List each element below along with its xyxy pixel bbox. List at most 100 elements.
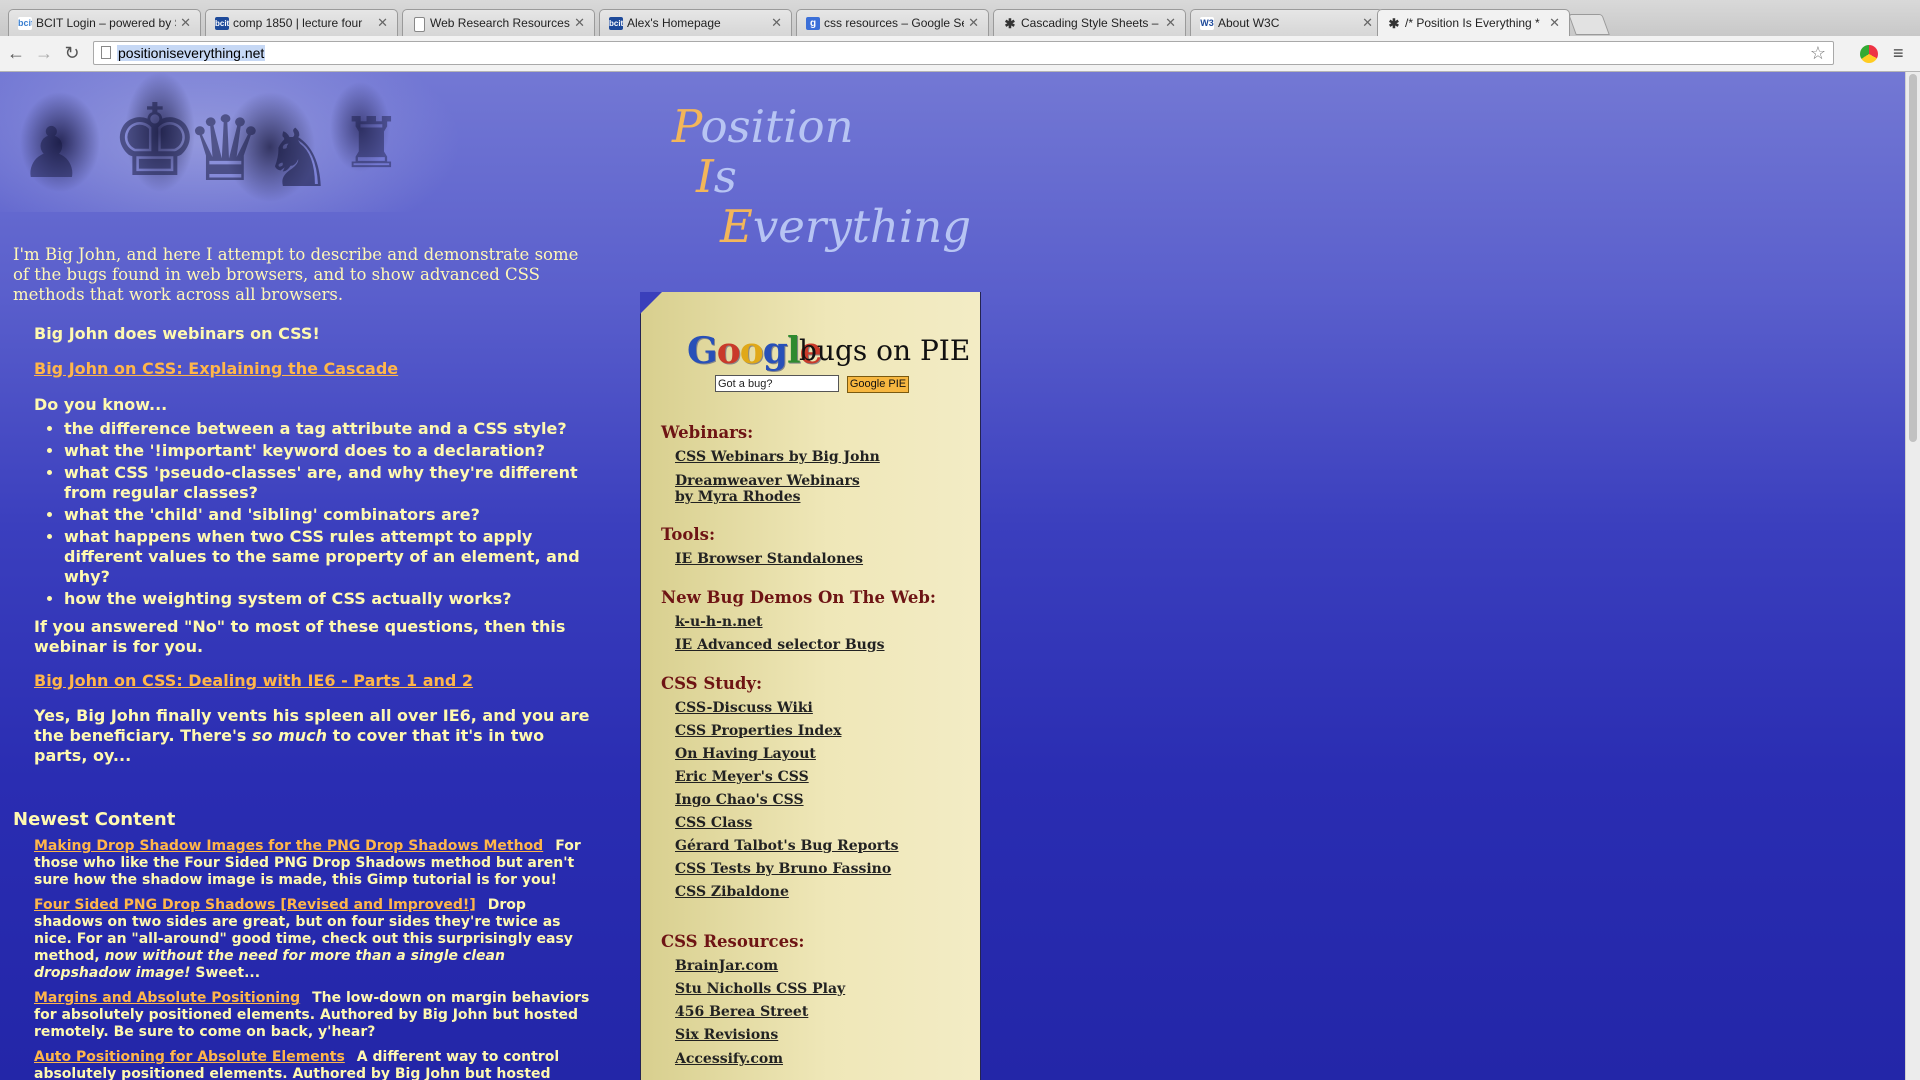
sidebar-link[interactable]: k-u-h-n.net: [675, 614, 763, 630]
close-icon[interactable]: ✕: [1362, 15, 1373, 31]
sidebar-link[interactable]: BrainJar.com: [675, 958, 778, 974]
close-icon[interactable]: ✕: [1549, 15, 1560, 31]
google-icon: g: [806, 17, 820, 30]
item-description: Sweet...: [190, 965, 261, 981]
tab-css-resources-google[interactable]: g css resources – Google Se ✕: [796, 9, 989, 36]
sidebar-link[interactable]: 456 Berea Street: [675, 1004, 808, 1020]
search-input[interactable]: [715, 375, 839, 392]
sidebar-link[interactable]: CSS Webinars by Big John: [675, 449, 880, 465]
sidebar-heading-bug-demos: New Bug Demos On The Web:: [661, 588, 936, 607]
newest-content-heading: Newest Content: [13, 809, 176, 830]
scrollbar[interactable]: [1905, 72, 1920, 1080]
link-margins-absolute[interactable]: Margins and Absolute Positioning: [34, 990, 300, 1006]
tab-strip: bcit BCIT Login – powered by S ✕ bcit co…: [0, 0, 1920, 37]
reload-icon[interactable]: ↻: [61, 42, 83, 64]
sidebar-link[interactable]: Eric Meyer's CSS: [675, 769, 809, 785]
sidebar-link-line: Dreamweaver Webinars: [675, 473, 860, 489]
list-item: the difference between a tag attribute a…: [64, 419, 594, 439]
close-icon[interactable]: ✕: [771, 15, 782, 31]
chess-rook-icon: ♜: [340, 102, 403, 184]
close-icon[interactable]: ✕: [377, 15, 388, 31]
logo-letter: P: [672, 100, 701, 153]
tab-label: About W3C: [1218, 16, 1280, 30]
link-dealing-with-ie6[interactable]: Big John on CSS: Dealing with IE6 - Part…: [34, 671, 473, 690]
newest-content-list: Making Drop Shadow Images for the PNG Dr…: [34, 838, 594, 1080]
intro-text: I'm Big John, and here I attempt to desc…: [13, 245, 579, 304]
bug-icon: ✱: [1004, 17, 1016, 30]
tab-comp1850[interactable]: bcit comp 1850 | lecture four ✕: [205, 9, 398, 36]
tab-label: Web Research Resources: [430, 16, 570, 30]
tab-label: comp 1850 | lecture four: [233, 16, 363, 30]
menu-icon[interactable]: ≡: [1893, 43, 1904, 64]
new-tab-button[interactable]: [1568, 14, 1610, 35]
tab-bcit-login[interactable]: bcit BCIT Login – powered by S ✕: [8, 9, 201, 36]
link-auto-positioning[interactable]: Auto Positioning for Absolute Elements: [34, 1049, 345, 1065]
sidebar: Google bugs on PIE Google PIE Webinars: …: [640, 292, 981, 1080]
sidebar-link[interactable]: CSS-Discuss Wiki: [675, 700, 813, 716]
webinars-heading: Big John does webinars on CSS!: [34, 324, 320, 343]
w3c-icon: W3: [1200, 17, 1214, 30]
url-text[interactable]: positioniseverything.net: [117, 45, 266, 61]
chess-pawn-icon: ♟: [20, 112, 83, 194]
sidebar-link[interactable]: On Having Layout: [675, 746, 816, 762]
chess-banner-image: ♟ ♚ ♛ ♞ ♜: [0, 72, 500, 212]
list-item: what happens when two CSS rules attempt …: [64, 527, 594, 587]
star-icon[interactable]: ☆: [1810, 43, 1826, 64]
list-item: what CSS 'pseudo-classes' are, and why t…: [64, 463, 594, 503]
tab-position-is-everything[interactable]: ✱ /* Position Is Everything * ✕: [1377, 9, 1570, 37]
sidebar-link[interactable]: IE Browser Standalones: [675, 551, 863, 567]
sidebar-link[interactable]: Gérard Talbot's Bug Reports: [675, 838, 899, 854]
chess-knight-icon: ♞: [262, 112, 334, 205]
bug-icon: ✱: [1388, 17, 1400, 30]
bcit-icon: bcit: [18, 17, 32, 30]
tab-alexs-homepage[interactable]: bcit Alex's Homepage ✕: [599, 9, 792, 36]
address-bar[interactable]: positioniseverything.net ☆: [93, 41, 1834, 65]
webinar-promo: Big John does webinars on CSS! Big John …: [34, 324, 594, 766]
sidebar-link[interactable]: IE Advanced selector Bugs: [675, 637, 885, 653]
google-pie-button[interactable]: Google PIE: [847, 376, 909, 393]
extension-icon[interactable]: [1860, 45, 1878, 63]
sidebar-link[interactable]: Six Revisions: [675, 1027, 778, 1043]
link-drop-shadow-images[interactable]: Making Drop Shadow Images for the PNG Dr…: [34, 838, 543, 854]
logo-word: verything: [752, 200, 972, 253]
sidebar-link[interactable]: CSS Zibaldone: [675, 884, 789, 900]
logo-letter: E: [720, 200, 753, 253]
close-icon[interactable]: ✕: [1165, 15, 1176, 31]
link-four-sided-shadows[interactable]: Four Sided PNG Drop Shadows [Revised and…: [34, 897, 476, 913]
tab-web-research[interactable]: Web Research Resources ✕: [402, 9, 595, 36]
web-page: ♟ ♚ ♛ ♞ ♜ Position Is Everything I'm Big…: [0, 72, 1905, 1080]
sidebar-link[interactable]: Accessify.com: [675, 1051, 783, 1067]
sidebar-link[interactable]: CSS Properties Index: [675, 723, 841, 739]
browser-toolbar: ← → ↻ positioniseverything.net ☆ ≡: [0, 36, 1920, 72]
close-icon[interactable]: ✕: [180, 15, 191, 31]
page-icon: [414, 17, 425, 32]
scrollbar-thumb[interactable]: [1909, 74, 1917, 442]
list-item: what the 'child' and 'sibling' combinato…: [64, 505, 594, 525]
sidebar-link[interactable]: Stu Nicholls CSS Play: [675, 981, 845, 997]
close-icon[interactable]: ✕: [574, 15, 585, 31]
sidebar-link[interactable]: CSS Tests by Bruno Fassino: [675, 861, 891, 877]
list-item: Four Sided PNG Drop Shadows [Revised and…: [34, 897, 594, 982]
link-explaining-cascade[interactable]: Big John on CSS: Explaining the Cascade: [34, 359, 398, 378]
sidebar-heading-tools: Tools:: [661, 525, 716, 544]
tab-cascading-style-sheets[interactable]: ✱ Cascading Style Sheets – T ✕: [993, 9, 1186, 36]
tab-about-w3c[interactable]: W3 About W3C ✕: [1190, 9, 1383, 36]
if-answered-text: If you answered "No" to most of these qu…: [34, 617, 566, 656]
item-emphasis: now without the need for more than a sin…: [34, 948, 505, 981]
bcit-icon: bcit: [215, 17, 229, 30]
sidebar-link[interactable]: Ingo Chao's CSS: [675, 792, 804, 808]
close-icon[interactable]: ✕: [968, 15, 979, 31]
do-you-know: Do you know...: [34, 395, 168, 414]
sidebar-link-dreamweaver[interactable]: Dreamweaver Webinars by Myra Rhodes: [675, 473, 860, 505]
list-item: Auto Positioning for Absolute Elements A …: [34, 1049, 594, 1080]
search-title: bugs on PIE: [799, 334, 971, 367]
site-logo: Position Is Everything: [672, 102, 971, 252]
forward-icon[interactable]: →: [33, 42, 55, 64]
logo-word: s: [713, 150, 737, 203]
sidebar-link[interactable]: CSS Class: [675, 815, 752, 831]
sidebar-heading-css-resources: CSS Resources:: [661, 932, 805, 951]
back-icon[interactable]: ←: [5, 42, 27, 64]
bcit-icon: bcit: [609, 17, 623, 30]
do-you-know-list: the difference between a tag attribute a…: [34, 419, 594, 609]
sidebar-corner: [640, 292, 662, 314]
